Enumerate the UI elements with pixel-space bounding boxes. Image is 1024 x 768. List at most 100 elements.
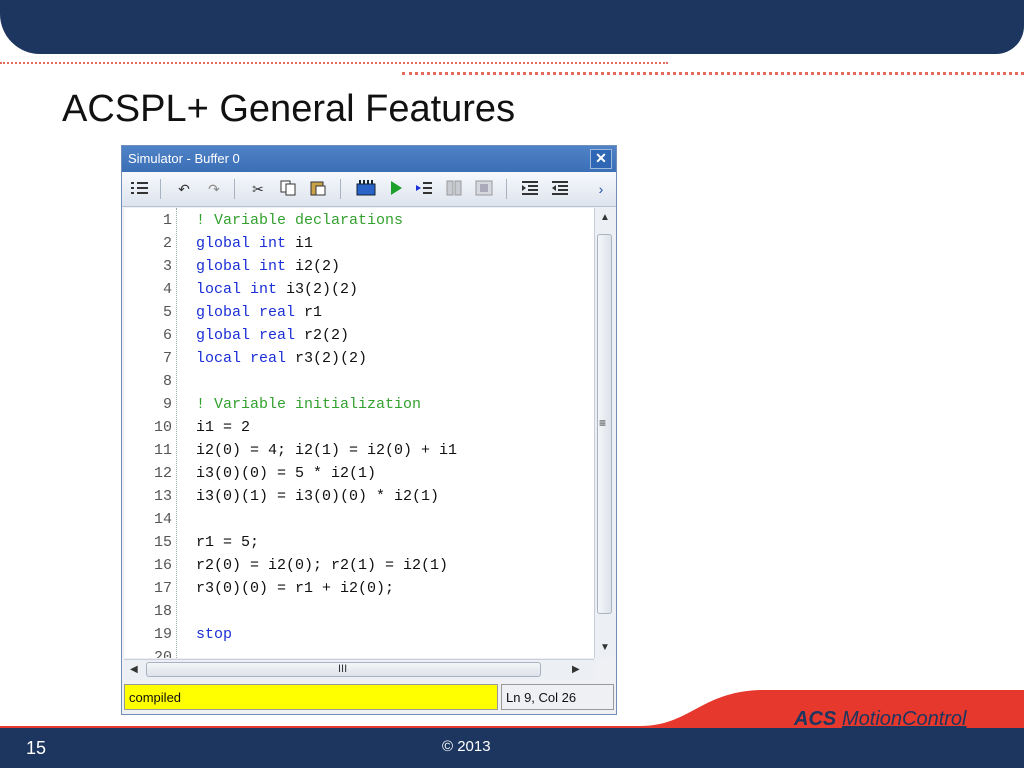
line-number: 9 — [162, 396, 172, 413]
line-number: 1 — [162, 212, 172, 229]
code-text: r3(2)(2) — [286, 350, 368, 367]
code-text: i3(0)(1) = i3(0)(0) * i2(1) — [196, 488, 440, 505]
code-line[interactable]: ! Variable initialization — [196, 393, 421, 416]
code-text: i3(2)(2) — [277, 281, 359, 298]
code-comment: ! Variable declarations — [196, 212, 404, 229]
scroll-down-icon[interactable]: ▼ — [600, 642, 610, 653]
code-keyword: local real — [196, 350, 287, 367]
code-text: r2(0) = i2(0); r2(1) = i2(1) — [196, 557, 449, 574]
editor-toolbar: ↶ ↷ ✂ › — [122, 172, 616, 207]
more-icon[interactable]: › — [592, 180, 610, 198]
toolbar-separator — [160, 179, 161, 199]
scroll-up-icon[interactable]: ▲ — [600, 212, 610, 223]
code-text: i1 = 2 — [196, 419, 251, 436]
line-number: 10 — [153, 419, 172, 436]
indent-icon[interactable] — [520, 180, 540, 198]
scroll-right-icon[interactable]: ▶ — [572, 664, 580, 675]
code-line[interactable]: stop — [196, 623, 232, 646]
code-line[interactable]: i2(0) = 4; i2(1) = i2(0) + i1 — [196, 439, 457, 462]
window-titlebar[interactable]: Simulator - Buffer 0 ✕ — [122, 146, 616, 172]
close-button[interactable]: ✕ — [590, 149, 612, 169]
code-line[interactable]: global real r1 — [196, 301, 322, 324]
scroll-grip-icon: III — [338, 663, 348, 675]
code-text: i3(0)(0) = 5 * i2(1) — [196, 465, 377, 482]
toolbar-separator — [340, 179, 341, 199]
line-number: 8 — [162, 373, 172, 390]
horizontal-scrollbar[interactable]: ◀ III ▶ — [124, 659, 594, 680]
code-line[interactable]: global int i1 — [196, 232, 313, 255]
line-number: 13 — [153, 488, 172, 505]
outdent-icon[interactable] — [550, 180, 570, 198]
code-comment: ! Variable initialization — [196, 396, 422, 413]
code-text: r2(2) — [295, 327, 350, 344]
step-icon[interactable] — [414, 180, 434, 198]
line-number: 15 — [153, 534, 172, 551]
logo-motioncontrol-text: MotionControl — [842, 708, 967, 730]
page-number: 15 — [26, 738, 47, 758]
line-number: 17 — [153, 580, 172, 597]
scroll-grip-icon: ≡ — [599, 416, 607, 430]
cut-icon[interactable]: ✂ — [248, 180, 268, 198]
scroll-left-icon[interactable]: ◀ — [130, 664, 138, 675]
acs-logo: ACS MotionControl Your Competitive Advan… — [784, 708, 974, 748]
compile-icon[interactable] — [356, 180, 376, 198]
pause-icon[interactable] — [444, 180, 464, 198]
toolbar-separator — [234, 179, 235, 199]
code-text: r3(0)(0) = r1 + i2(0); — [196, 580, 395, 597]
code-line[interactable]: global int i2(2) — [196, 255, 340, 278]
logo-tagline: Your Competitive Advantage — [834, 730, 961, 741]
dotted-divider-left — [0, 62, 668, 64]
line-number: 20 — [153, 649, 172, 658]
undo-icon[interactable]: ↶ — [174, 180, 194, 198]
line-number: 11 — [153, 442, 172, 459]
line-number: 18 — [153, 603, 172, 620]
dotted-divider-right — [402, 72, 1024, 75]
vertical-scrollbar[interactable]: ▲ ≡ ▼ — [594, 208, 615, 658]
line-number: 5 — [162, 304, 172, 321]
line-number: 6 — [162, 327, 172, 344]
line-number: 3 — [162, 258, 172, 275]
line-number: 12 — [153, 465, 172, 482]
code-keyword: global real — [196, 327, 296, 344]
window-title: Simulator - Buffer 0 — [128, 151, 240, 166]
line-number: 7 — [162, 350, 172, 367]
run-icon[interactable] — [386, 180, 406, 198]
code-line[interactable]: r2(0) = i2(0); r2(1) = i2(1) — [196, 554, 448, 577]
code-keyword: global int — [196, 235, 287, 252]
code-keyword: stop — [196, 626, 233, 643]
code-line[interactable]: local real r3(2)(2) — [196, 347, 367, 370]
code-text: r1 — [295, 304, 323, 321]
code-line[interactable]: i1 = 2 — [196, 416, 250, 439]
top-banner — [0, 0, 1024, 54]
logo-acs-text: ACS — [794, 708, 837, 730]
copy-icon[interactable] — [278, 180, 298, 198]
code-editor[interactable]: 1 ! Variable declarations 2 global int i1 3 g… — [124, 208, 594, 658]
simulator-window: Simulator - Buffer 0 ✕ ↶ ↷ ✂ › 1 ! Varia… — [121, 145, 617, 715]
code-line[interactable]: local int i3(2)(2) — [196, 278, 358, 301]
line-number: 2 — [162, 235, 172, 252]
line-number: 14 — [153, 511, 172, 528]
code-keyword: global int — [196, 258, 287, 275]
code-line[interactable]: r1 = 5; — [196, 531, 259, 554]
line-number: 4 — [162, 281, 172, 298]
code-text: i1 — [286, 235, 314, 252]
toolbar-separator — [506, 179, 507, 199]
code-text: i2(0) = 4; i2(1) = i2(0) + i1 — [196, 442, 458, 459]
code-keyword: local int — [196, 281, 278, 298]
paste-icon[interactable] — [308, 180, 328, 198]
redo-icon[interactable]: ↷ — [204, 180, 224, 198]
code-line[interactable]: i3(0)(1) = i3(0)(0) * i2(1) — [196, 485, 439, 508]
code-text: r1 = 5; — [196, 534, 260, 551]
code-line[interactable]: i3(0)(0) = 5 * i2(1) — [196, 462, 376, 485]
code-line[interactable]: ! Variable declarations — [196, 209, 403, 232]
stop-icon[interactable] — [474, 180, 494, 198]
line-number: 19 — [153, 626, 172, 643]
copyright: © 2013 — [442, 738, 491, 755]
slide-title: ACSPL+ General Features — [62, 88, 516, 130]
line-numbers-icon[interactable] — [130, 180, 150, 198]
code-text: i2(2) — [286, 258, 341, 275]
code-line[interactable]: r3(0)(0) = r1 + i2(0); — [196, 577, 394, 600]
code-keyword: global real — [196, 304, 296, 321]
line-number: 16 — [153, 557, 172, 574]
code-line[interactable]: global real r2(2) — [196, 324, 349, 347]
